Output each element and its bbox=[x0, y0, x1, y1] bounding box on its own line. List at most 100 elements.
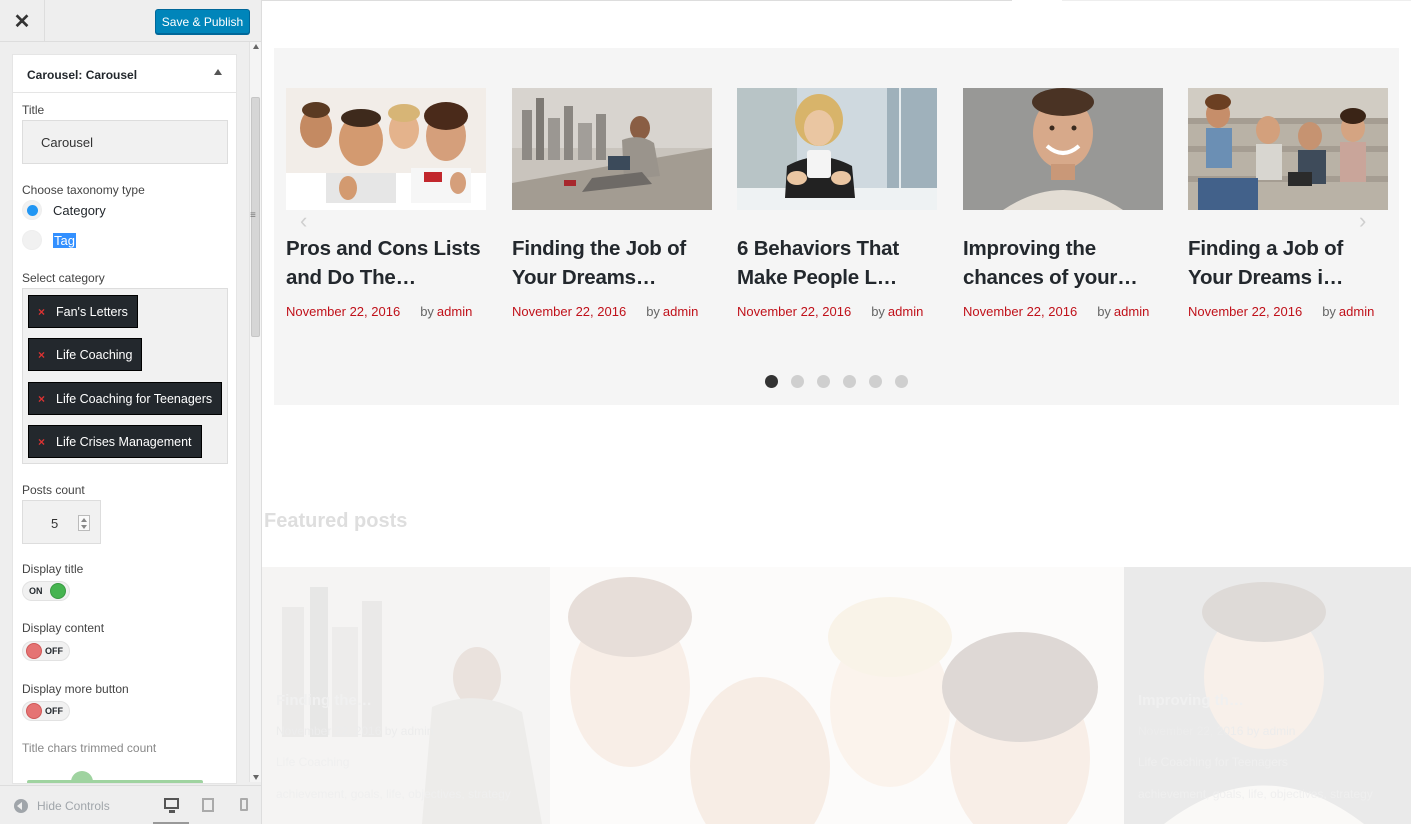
widget-title-bar[interactable]: Carousel: Carousel bbox=[13, 55, 236, 93]
scroll-down-icon[interactable] bbox=[253, 775, 259, 780]
featured-tags[interactable]: achievement, goals, life, objectives, st… bbox=[1138, 787, 1373, 801]
mobile-preview-icon[interactable] bbox=[240, 798, 248, 811]
featured-author[interactable]: admin bbox=[401, 724, 434, 738]
carousel-card[interactable]: Pros and Cons Lists and Do The… November… bbox=[286, 88, 486, 319]
category-chip-label: Life Coaching for Teenagers bbox=[56, 391, 213, 406]
category-chip[interactable]: × Life Coaching for Teenagers bbox=[28, 382, 223, 415]
sidebar-scrollbar[interactable] bbox=[249, 42, 261, 782]
post-author[interactable]: admin bbox=[437, 304, 472, 319]
post-author[interactable]: admin bbox=[663, 304, 698, 319]
post-date[interactable]: November 22, 2016 bbox=[963, 304, 1077, 319]
post-author[interactable]: admin bbox=[1114, 304, 1149, 319]
carousel-next-icon[interactable]: › bbox=[1359, 208, 1366, 234]
featured-tile[interactable]: Finding the… November 22, 2016 by admin … bbox=[262, 567, 550, 824]
remove-chip-icon[interactable]: × bbox=[38, 305, 45, 319]
hide-controls-button[interactable]: Hide Controls bbox=[14, 799, 110, 813]
post-author[interactable]: admin bbox=[888, 304, 923, 319]
remove-chip-icon[interactable]: × bbox=[38, 392, 45, 406]
category-chip-label: Fan's Letters bbox=[56, 304, 128, 319]
featured-date[interactable]: November 22, 2016 bbox=[1138, 724, 1243, 738]
carousel-card[interactable]: 6 Behaviors That Make People L… November… bbox=[737, 88, 937, 319]
widget-panel: Carousel: Carousel Title Choose taxonomy… bbox=[12, 54, 237, 784]
post-date[interactable]: November 22, 2016 bbox=[1188, 304, 1302, 319]
featured-category[interactable]: Life Coaching for Teenagers bbox=[1138, 755, 1288, 769]
post-title[interactable]: Finding a Job of Your Dreams i… bbox=[1188, 234, 1388, 292]
carousel-prev-icon[interactable]: ‹ bbox=[300, 208, 307, 234]
post-date[interactable]: November 22, 2016 bbox=[286, 304, 400, 319]
save-publish-button[interactable]: Save & Publish bbox=[155, 9, 250, 34]
display-content-toggle[interactable]: OFF bbox=[22, 641, 70, 661]
post-title[interactable]: Improving the chances of your… bbox=[963, 234, 1163, 292]
carousel-dot[interactable] bbox=[869, 375, 882, 388]
title-input[interactable] bbox=[22, 120, 228, 164]
post-thumbnail[interactable] bbox=[963, 88, 1163, 210]
radio-category[interactable] bbox=[22, 200, 42, 220]
display-title-toggle[interactable]: ON bbox=[22, 581, 70, 601]
customizer-sidebar: ✕ Save & Publish Carousel: Carousel Titl… bbox=[0, 0, 262, 824]
category-multiselect[interactable]: × Fan's Letters × Life Coaching × Life C… bbox=[22, 288, 228, 464]
post-author[interactable]: admin bbox=[1339, 304, 1374, 319]
taxonomy-label: Choose taxonomy type bbox=[22, 183, 145, 197]
desktop-preview-icon[interactable] bbox=[164, 798, 179, 813]
radio-category-label: Category bbox=[53, 203, 106, 218]
title-label: Title bbox=[22, 103, 45, 117]
display-more-toggle[interactable]: OFF bbox=[22, 701, 70, 721]
category-chip-label: Life Crises Management bbox=[56, 434, 192, 449]
carousel-dot[interactable] bbox=[791, 375, 804, 388]
scroll-up-icon[interactable] bbox=[253, 44, 259, 49]
featured-title[interactable]: Improving th… bbox=[1138, 692, 1244, 709]
posts-count-input[interactable]: 5 bbox=[22, 500, 101, 544]
category-chip[interactable]: × Life Crises Management bbox=[28, 425, 202, 458]
post-meta: November 22, 2016 by admin bbox=[963, 304, 1163, 319]
category-chip[interactable]: × Life Coaching bbox=[28, 338, 143, 371]
featured-tile[interactable]: Improving th… November 22, 2016 by admin… bbox=[1124, 567, 1411, 824]
featured-category[interactable]: Life Coaching bbox=[276, 755, 349, 769]
post-by: by bbox=[1097, 304, 1111, 319]
post-date[interactable]: November 22, 2016 bbox=[512, 304, 626, 319]
category-chip-label: Life Coaching bbox=[56, 347, 133, 362]
radio-tag[interactable] bbox=[22, 230, 42, 250]
resize-grip-icon[interactable]: ≡ bbox=[250, 210, 256, 221]
carousel-dot[interactable] bbox=[843, 375, 856, 388]
widget-type-label: Carousel: bbox=[27, 68, 83, 82]
hide-controls-label: Hide Controls bbox=[37, 799, 110, 813]
featured-author[interactable]: admin bbox=[1263, 724, 1296, 738]
remove-chip-icon[interactable]: × bbox=[38, 348, 45, 362]
tile-overlay bbox=[550, 567, 1124, 824]
divider bbox=[262, 0, 1012, 1]
posts-count-label: Posts count bbox=[22, 483, 85, 497]
trim-count-slider-track[interactable] bbox=[27, 780, 203, 783]
post-thumbnail[interactable] bbox=[1188, 88, 1388, 210]
remove-chip-icon[interactable]: × bbox=[38, 435, 45, 449]
site-preview: Pros and Cons Lists and Do The… November… bbox=[262, 0, 1411, 824]
trim-count-slider-handle[interactable] bbox=[71, 771, 93, 783]
city-laptop-photo bbox=[512, 88, 712, 210]
toggle-knob bbox=[50, 583, 66, 599]
post-meta: November 22, 2016 by admin bbox=[512, 304, 712, 319]
category-chip[interactable]: × Fan's Letters bbox=[28, 295, 138, 328]
featured-tags[interactable]: achievement, goals, life, objectives, st… bbox=[276, 787, 511, 801]
post-title[interactable]: Pros and Cons Lists and Do The… bbox=[286, 234, 486, 292]
number-spinner[interactable] bbox=[78, 515, 90, 531]
display-more-label: Display more button bbox=[22, 682, 129, 696]
carousel-dot[interactable] bbox=[765, 375, 778, 388]
featured-date[interactable]: November 22, 2016 bbox=[276, 724, 381, 738]
post-thumbnail[interactable] bbox=[737, 88, 937, 210]
featured-meta: November 22, 2016 by admin bbox=[1138, 724, 1295, 738]
featured-title[interactable]: Finding the… bbox=[276, 692, 372, 709]
tablet-preview-icon[interactable] bbox=[202, 798, 214, 812]
featured-tile[interactable] bbox=[550, 567, 1124, 824]
post-title[interactable]: 6 Behaviors That Make People L… bbox=[737, 234, 937, 292]
post-thumbnail[interactable] bbox=[512, 88, 712, 210]
carousel-card[interactable]: Improving the chances of your… November … bbox=[963, 88, 1163, 319]
carousel-dot[interactable] bbox=[817, 375, 830, 388]
post-meta: November 22, 2016 by admin bbox=[1188, 304, 1388, 319]
post-date[interactable]: November 22, 2016 bbox=[737, 304, 851, 319]
post-thumbnail[interactable] bbox=[286, 88, 486, 210]
post-title[interactable]: Finding the Job of Your Dreams… bbox=[512, 234, 712, 292]
collapse-icon[interactable] bbox=[214, 69, 222, 75]
carousel-dot[interactable] bbox=[895, 375, 908, 388]
close-icon[interactable]: ✕ bbox=[0, 0, 45, 42]
carousel-card[interactable]: Finding the Job of Your Dreams… November… bbox=[512, 88, 712, 319]
carousel-card[interactable]: Finding a Job of Your Dreams i… November… bbox=[1188, 88, 1388, 319]
